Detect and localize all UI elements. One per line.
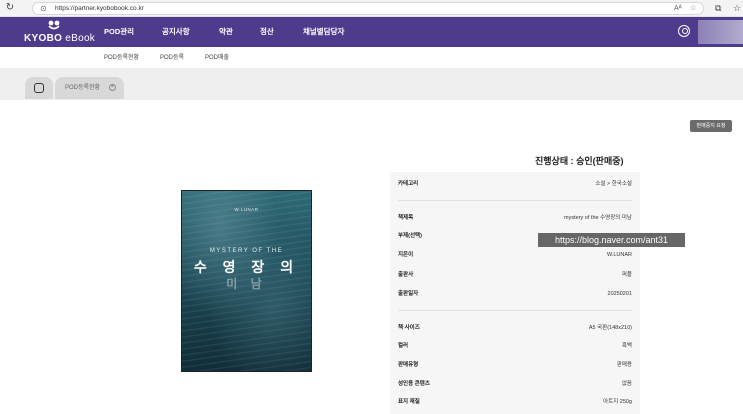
logo-text: KYOBO eBook: [24, 33, 96, 44]
cover-author: W.LUNAR: [234, 207, 259, 212]
menu-terms[interactable]: 약관: [219, 27, 233, 36]
info-row-category: 카테고리 소설 > 한국소설: [398, 179, 632, 191]
favorite-star-icon[interactable]: ☆: [690, 4, 696, 14]
color-value: 흑백: [621, 343, 632, 349]
cover-subtitle: MYSTERY OF THE: [209, 248, 284, 254]
book-cover-image: W.LUNAR MYSTERY OF THE 수 영 장 의 미 남: [181, 190, 312, 372]
subtitle-label: 부제(선택): [398, 233, 422, 239]
user-account-icon[interactable]: [678, 25, 690, 37]
address-bar[interactable]: ⊙ https://partner.kyobobook.co.kr Aᴬ ☆: [32, 2, 704, 15]
browser-toolbar: ↻ ⊙ https://partner.kyobobook.co.kr Aᴬ ☆…: [0, 0, 743, 17]
kyobo-logo-mark-icon: [48, 20, 60, 30]
blurred-user-name: [698, 20, 743, 44]
adult-content-label: 성인용 콘텐츠: [398, 381, 430, 387]
title-label: 책제목: [398, 215, 414, 221]
home-icon: [34, 83, 44, 93]
top-navigation: KYOBO eBook POD관리 공지사항 약관 정산 채널별담당자: [0, 17, 743, 47]
cover-title-second-line: 미 남: [226, 277, 267, 291]
title-value: mystery of the 수영장의 미남: [564, 215, 632, 221]
site-info-icon[interactable]: ⊙: [40, 4, 47, 14]
info-row-adult: 성인용 콘텐츠 없음: [398, 379, 632, 391]
subnav-pod-registration-status[interactable]: POD등록현황: [104, 54, 139, 62]
info-row-size: 책 사이즈 A5 국판(148x210): [398, 323, 632, 335]
stop-sale-request-button[interactable]: 판매중지 요청: [690, 120, 732, 132]
menu-settlement[interactable]: 정산: [260, 27, 274, 36]
reload-icon[interactable]: ↻: [4, 2, 16, 14]
cover-paper-label: 표지 재질: [398, 399, 420, 405]
divider: [398, 310, 632, 311]
pub-date-value: 20250201: [607, 291, 632, 297]
page-tab-strip: POD등록현황 ×: [0, 69, 743, 100]
tab-label: POD등록현황: [65, 85, 101, 91]
subnav-pod-sales[interactable]: POD매출: [205, 54, 229, 62]
info-row-author: 지은이 W.LUNAR: [398, 250, 632, 262]
size-value: A5 국판(148x210): [588, 325, 632, 331]
main-content: 판매중지 요청 진행상태 : 승인(판매중) W.LUNAR MYSTERY O…: [25, 100, 743, 414]
subnav-pod-registration[interactable]: POD등록: [160, 54, 184, 62]
info-row-title: 책제목 mystery of the 수영장의 미남: [398, 213, 632, 225]
category-value: 소설 > 한국소설: [595, 181, 632, 187]
size-label: 책 사이즈: [398, 325, 420, 331]
info-row-publisher: 출판사 퍼플: [398, 270, 632, 282]
sale-type-value: 판매용: [616, 362, 632, 368]
tab-pod-registration-status[interactable]: POD등록현황 ×: [55, 77, 124, 99]
kyobo-ebook-logo[interactable]: KYOBO eBook: [24, 20, 95, 46]
progress-status: 진행상태 : 승인(판매중): [535, 156, 624, 166]
menu-pod-management[interactable]: POD관리: [104, 27, 134, 36]
close-tab-icon[interactable]: ×: [109, 84, 116, 91]
divider: [398, 200, 632, 201]
sale-type-label: 판매유형: [398, 362, 419, 368]
favorites-icon[interactable]: ☆: [733, 2, 741, 14]
category-label: 카테고리: [398, 181, 419, 187]
blog-watermark: https://blog.naver.com/ant31: [538, 233, 685, 247]
home-tab[interactable]: [25, 77, 53, 99]
publisher-value: 퍼플: [621, 272, 632, 278]
reader-mode-icon[interactable]: Aᴬ: [674, 4, 682, 14]
author-label: 지은이: [398, 252, 414, 258]
publisher-label: 출판사: [398, 272, 414, 278]
book-info-panel: 카테고리 소설 > 한국소설 책제목 mystery of the 수영장의 미…: [390, 172, 640, 414]
cover-paper-value: 아트지 250g: [603, 399, 632, 405]
sub-navigation: POD등록현황 POD등록 POD매출: [0, 47, 743, 69]
extensions-icon[interactable]: ⧉: [715, 2, 721, 14]
author-value: W.LUNAR: [606, 252, 632, 258]
info-row-pub-date: 출판일자 20250201: [398, 289, 632, 301]
info-row-sale-type: 판매유형 판매용: [398, 360, 632, 372]
cover-title: 수 영 장 의: [193, 259, 300, 275]
menu-channel-managers[interactable]: 채널별담당자: [303, 27, 344, 36]
info-row-cover-paper: 표지 재질 아트지 250g: [398, 397, 632, 409]
adult-content-value: 없음: [621, 381, 632, 387]
info-row-color: 컬러 흑백: [398, 341, 632, 353]
menu-notices[interactable]: 공지사항: [162, 27, 190, 36]
pub-date-label: 출판일자: [398, 291, 419, 297]
color-label: 컬러: [398, 343, 409, 349]
url-text: https://partner.kyobobook.co.kr: [55, 5, 144, 12]
